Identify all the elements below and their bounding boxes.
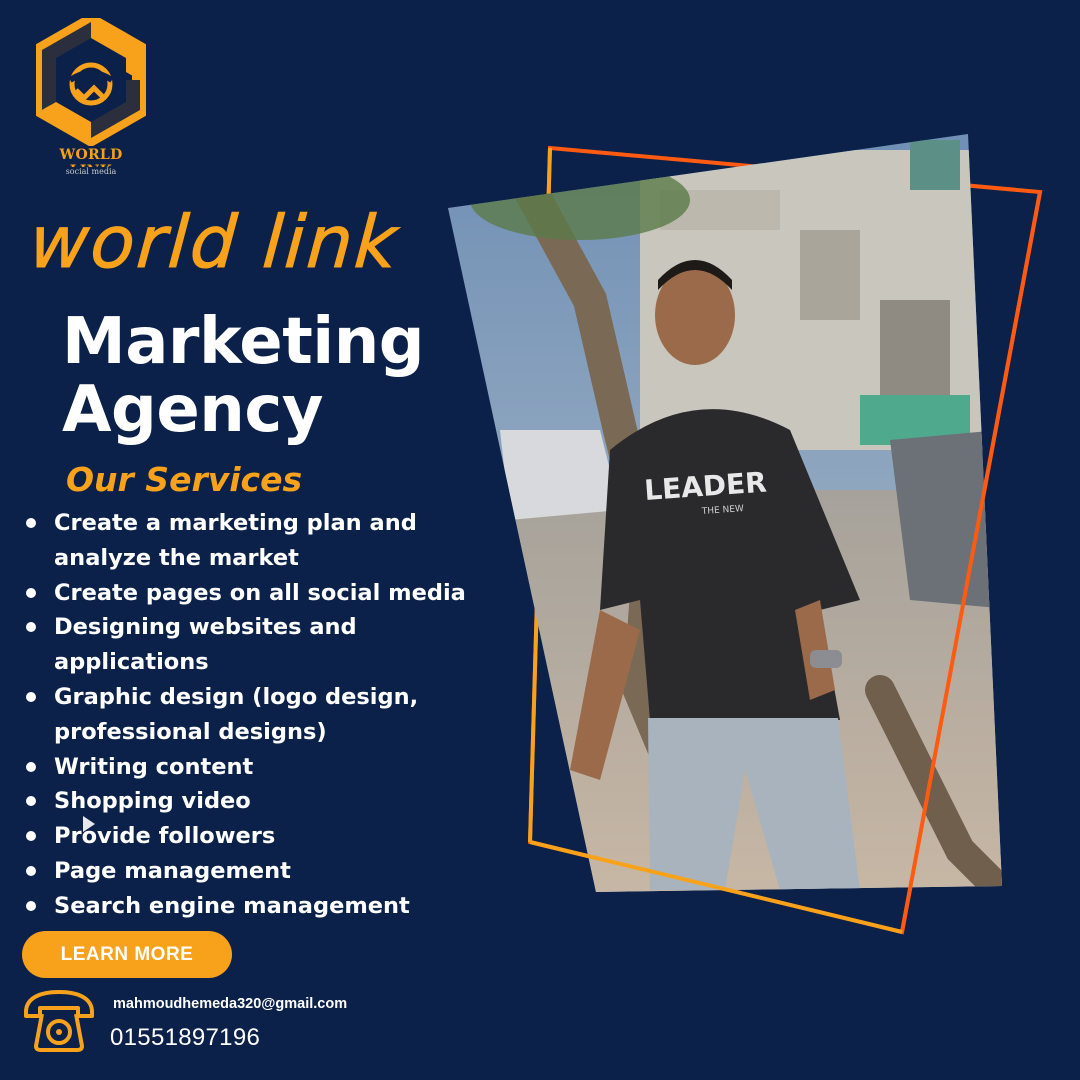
service-item: Writing content: [20, 750, 490, 785]
logo-tagline: social media: [38, 167, 144, 176]
bullet-icon: [26, 691, 36, 702]
service-text: Page management: [54, 857, 291, 884]
headline-line-1: Marketing: [62, 305, 425, 379]
bullet-icon: [26, 831, 36, 842]
contact-email[interactable]: mahmoudhemeda320@gmail.com: [113, 996, 347, 1012]
service-text: Graphic design (logo design, professiona…: [54, 683, 419, 745]
hexagon-logo-icon: [36, 18, 146, 146]
portrait-photo-area: LEADER THE NEW: [448, 134, 1043, 935]
service-text: Writing content: [54, 753, 254, 780]
service-item: Search engine management: [20, 889, 490, 924]
services-list: Create a marketing plan and analyze the …: [20, 506, 490, 924]
telephone-icon: [24, 990, 94, 1052]
service-item: Page management: [20, 854, 490, 889]
service-item: Designing websites and applications: [20, 610, 490, 680]
service-text: Create pages on all social media: [54, 579, 466, 606]
poster-canvas: WORLD LINK social media world link Marke…: [0, 0, 1080, 1080]
bullet-icon: [26, 900, 36, 911]
service-item: Create pages on all social media: [20, 576, 490, 611]
bullet-icon: [26, 587, 36, 598]
service-item: Create a marketing plan and analyze the …: [20, 506, 490, 576]
bullet-icon: [26, 622, 36, 633]
service-item: Shopping video: [20, 784, 490, 819]
portrait-photo: LEADER THE NEW: [448, 134, 1002, 892]
contact-phone[interactable]: 01551897196: [110, 1024, 260, 1052]
service-item: Graphic design (logo design, professiona…: [20, 680, 490, 750]
bullet-icon: [26, 518, 36, 528]
bullet-icon: [26, 865, 36, 876]
brand-logo: [36, 18, 146, 146]
service-text: Search engine management: [54, 892, 410, 919]
services-heading: Our Services: [66, 460, 303, 499]
bullet-icon: [26, 761, 36, 772]
logo-tagline-text: social media: [65, 167, 117, 176]
script-title: world link: [27, 200, 402, 285]
bullet-icon: [26, 796, 36, 807]
headline-line-2: Agency: [62, 373, 323, 447]
service-text: Create a marketing plan and analyze the …: [54, 510, 417, 571]
learn-more-button[interactable]: LEARN MORE: [22, 931, 232, 978]
service-text: Designing websites and applications: [54, 614, 357, 676]
headline: Marketing Agency: [62, 305, 425, 447]
mouse-cursor-icon: [83, 816, 95, 832]
service-text: Shopping video: [54, 788, 251, 815]
